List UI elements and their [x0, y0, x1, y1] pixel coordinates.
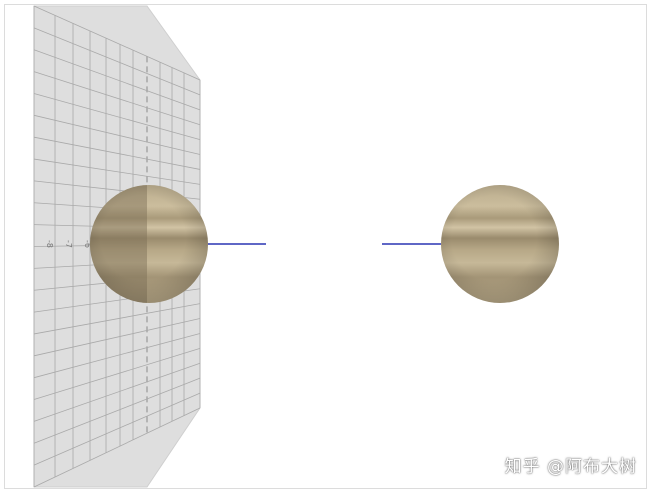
left-sphere[interactable] — [90, 185, 208, 303]
grid-tick-label: -7 — [64, 240, 73, 248]
watermark: 知乎 @阿布大树 — [504, 457, 637, 477]
right-sphere[interactable] — [441, 185, 559, 303]
3d-scene[interactable]: -8-7-6-5-4-3 — [0, 0, 651, 493]
grid-tick-label: -8 — [45, 240, 54, 248]
